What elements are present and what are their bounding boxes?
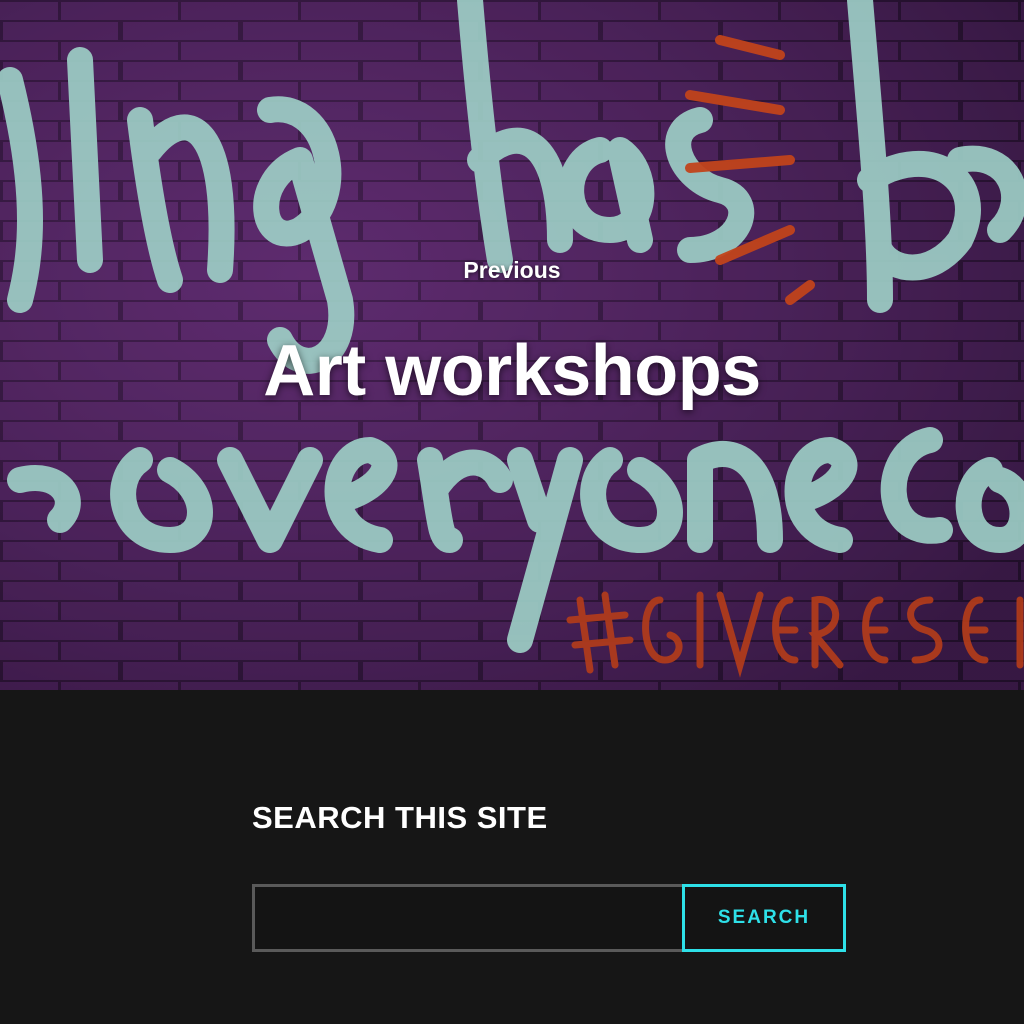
page: Previous Art workshops SEARCH THIS SITE … xyxy=(0,0,1024,1024)
search-widget: SEARCH THIS SITE SEARCH xyxy=(252,800,852,952)
search-button[interactable]: SEARCH xyxy=(682,884,846,952)
search-input[interactable] xyxy=(252,884,682,952)
previous-post-link[interactable]: Previous xyxy=(0,257,1024,284)
hero-section: Previous Art workshops xyxy=(0,0,1024,690)
post-title[interactable]: Art workshops xyxy=(0,330,1024,412)
widget-title: SEARCH THIS SITE xyxy=(252,800,548,835)
search-form: SEARCH xyxy=(252,884,846,952)
